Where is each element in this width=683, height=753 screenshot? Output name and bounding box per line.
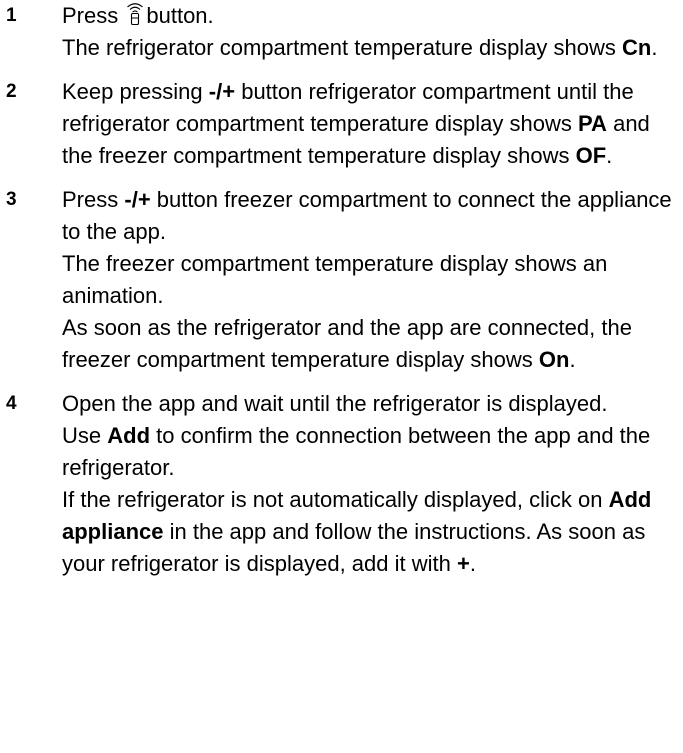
step-2: 2 Keep pressing -/+ button refrigerator … (0, 76, 683, 172)
step-3: 3 Press -/+ button freezer compartment t… (0, 184, 683, 376)
step-number: 1 (6, 5, 17, 26)
display-code: OF (575, 143, 607, 168)
step-instruction: Open the app and wait until the refriger… (62, 391, 608, 416)
step-number: 4 (6, 393, 17, 414)
instruction-text: button freezer compartment to connect th… (62, 187, 672, 244)
instruction-text: Press (62, 187, 119, 212)
step-result: The freezer compartment temperature disp… (62, 251, 608, 308)
instruction-text: Press (62, 3, 119, 28)
display-code: PA (578, 111, 607, 136)
remote-connect-icon (126, 0, 144, 26)
button-label: -/+ (208, 79, 236, 104)
display-code: On (538, 347, 570, 372)
step-result: Use Add to confirm the connection betwee… (62, 420, 675, 484)
button-label: Add (107, 423, 151, 448)
step-4: 4 Open the app and wait until the refrig… (0, 388, 683, 580)
result-text: If the refrigerator is not automatically… (62, 487, 603, 512)
step-result: The refrigerator compartment temperature… (62, 32, 675, 64)
step-number: 2 (6, 81, 17, 102)
result-text: The refrigerator compartment temperature… (62, 35, 616, 60)
button-label: + (456, 551, 470, 576)
punctuation: . (569, 347, 576, 372)
step-result: If the refrigerator is not automatically… (62, 484, 675, 580)
instruction-text: Keep pressing (62, 79, 203, 104)
step-1: 1 Press button. The refrigerator compart… (0, 0, 683, 64)
punctuation: . (606, 143, 613, 168)
step-number: 3 (6, 189, 17, 210)
step-instruction: Press button. (62, 0, 675, 32)
result-text: to confirm the connection between the ap… (62, 423, 651, 480)
display-code: Cn (622, 35, 652, 60)
step-instruction: Press -/+ button freezer compartment to … (62, 184, 675, 248)
step-result: As soon as the refrigerator and the app … (62, 312, 675, 376)
instruction-steps: 1 Press button. The refrigerator compart… (0, 0, 683, 580)
punctuation: . (469, 551, 476, 576)
punctuation: . (651, 35, 658, 60)
button-label: -/+ (124, 187, 151, 212)
step-instruction: Keep pressing -/+ button refrigerator co… (62, 76, 675, 172)
result-text: Use (62, 423, 102, 448)
instruction-text: button. (146, 3, 214, 28)
